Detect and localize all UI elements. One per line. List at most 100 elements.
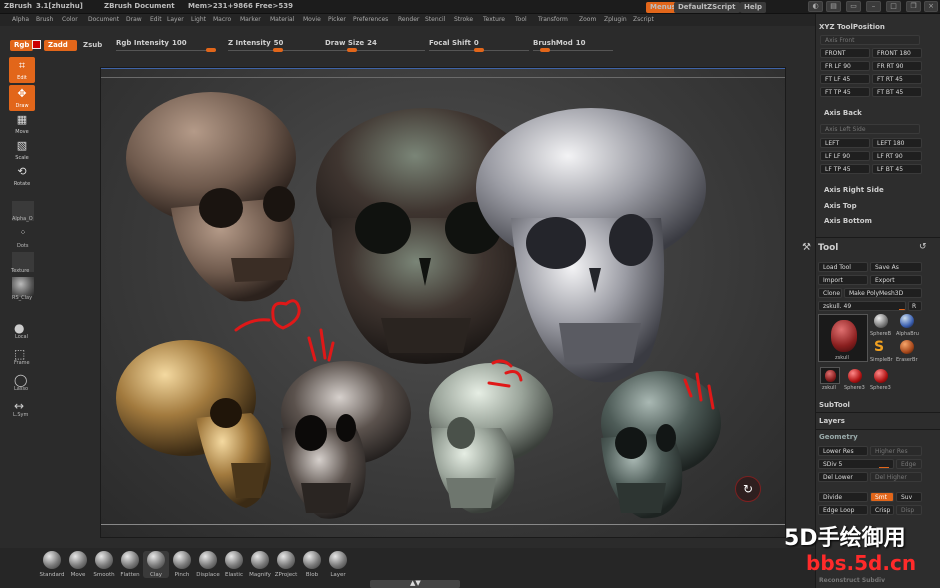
menu-light[interactable]: Light — [191, 16, 206, 23]
slider-track[interactable] — [116, 50, 216, 51]
menu-color[interactable]: Color — [62, 16, 78, 23]
axis-button-left[interactable]: LEFT — [820, 138, 870, 148]
brush-displace[interactable]: Displace — [195, 551, 221, 578]
simplebrush-icon[interactable]: S — [874, 339, 884, 355]
axis-button-front[interactable]: FRONT — [820, 48, 870, 58]
brush-blob[interactable]: Blob — [299, 551, 325, 578]
scale-button[interactable]: ▧ Scale — [9, 137, 35, 163]
smt-toggle[interactable]: Smt — [870, 492, 894, 502]
crisp-toggle[interactable]: Crisp — [870, 505, 894, 515]
menu-brush[interactable]: Brush — [36, 16, 53, 23]
brush-pinch[interactable]: Pinch — [169, 551, 195, 578]
brush-layer[interactable]: Layer — [325, 551, 351, 578]
hide-icon[interactable]: ▭ — [846, 1, 861, 12]
geometry-title[interactable]: Geometry — [819, 433, 858, 441]
minimize-icon[interactable]: – — [866, 1, 881, 12]
menu-macro[interactable]: Macro — [213, 16, 231, 23]
bottom-scroll[interactable]: ▲▼ — [370, 579, 460, 588]
lsym-icon[interactable]: ↔ — [14, 399, 24, 413]
menu-material[interactable]: Material — [270, 16, 294, 23]
higher-res-button[interactable]: Higher Res — [870, 446, 922, 456]
axis-left-side-header[interactable]: Axis Left Side — [820, 124, 920, 134]
axis-button-fr-rt-90[interactable]: FR RT 90 — [872, 61, 922, 71]
menu-marker[interactable]: Marker — [240, 16, 261, 23]
reconstruct-subdiv-button[interactable]: Reconstruct Subdiv — [819, 577, 885, 584]
zadd-toggle[interactable]: Zadd — [44, 40, 77, 51]
alphabrush-icon[interactable] — [900, 314, 914, 328]
slider-knob[interactable] — [273, 48, 283, 52]
refresh-icon[interactable]: ↺ — [919, 242, 927, 252]
default-zscript-button[interactable]: DefaultZScript — [674, 2, 740, 13]
disp-slider[interactable]: Disp — [896, 505, 922, 515]
export-button[interactable]: Export — [870, 275, 922, 285]
zskull-small-thumb[interactable] — [820, 367, 840, 384]
axis-back-title[interactable]: Axis Back — [824, 109, 862, 117]
menu-stencil[interactable]: Stencil — [425, 16, 445, 23]
local-icon[interactable]: ● — [14, 321, 24, 335]
tool-slider[interactable]: zskull. 49 — [818, 301, 906, 311]
axis-button-lf-tp-45[interactable]: LF TP 45 — [820, 164, 870, 174]
edge-button[interactable]: Edge — [896, 459, 922, 469]
lower-res-button[interactable]: Lower Res — [818, 446, 868, 456]
axis-button-ft-bt-45[interactable]: FT BT 45 — [872, 87, 922, 97]
axis-top-title[interactable]: Axis Top — [824, 202, 857, 210]
sphere3-icon-b[interactable] — [874, 369, 888, 383]
axis-front-header[interactable]: Axis Front — [820, 35, 920, 45]
collapse-icon[interactable]: ▲▼ — [410, 579, 421, 587]
menu-edit[interactable]: Edit — [150, 16, 162, 23]
import-button[interactable]: Import — [818, 275, 868, 285]
menu-draw[interactable]: Draw — [126, 16, 142, 23]
slider-knob[interactable] — [347, 48, 357, 52]
brush-flatten[interactable]: Flatten — [117, 551, 143, 578]
brush-smooth[interactable]: Smooth — [91, 551, 117, 578]
axis-button-fr-lf-90[interactable]: FR LF 90 — [820, 61, 870, 71]
layout-icon[interactable]: ▤ — [826, 1, 841, 12]
make-polymesh-button[interactable]: Make PolyMesh3D — [844, 288, 922, 298]
slider-z-intensity[interactable]: Z Intensity 50 — [228, 39, 328, 53]
brush-magnify[interactable]: Magnify — [247, 551, 273, 578]
sphereb-icon[interactable] — [874, 314, 888, 328]
slider-focal-shift[interactable]: Focal Shift 0 — [429, 39, 529, 53]
menu-texture[interactable]: Texture — [483, 16, 505, 23]
del-higher-button[interactable]: Del Higher — [870, 472, 922, 482]
del-lower-button[interactable]: Del Lower — [818, 472, 868, 482]
slider-track[interactable] — [325, 50, 425, 51]
axis-button-ft-rt-45[interactable]: FT RT 45 — [872, 74, 922, 84]
menu-stroke[interactable]: Stroke — [454, 16, 473, 23]
menu-movie[interactable]: Movie — [303, 16, 321, 23]
zsub-toggle[interactable]: Zsub — [79, 40, 106, 51]
material-thumb[interactable] — [12, 277, 34, 297]
move-button[interactable]: ▦ Move — [9, 111, 35, 137]
divide-button[interactable]: Divide — [818, 492, 868, 502]
menu-document[interactable]: Document — [88, 16, 119, 23]
axis-button-front-180[interactable]: FRONT 180 — [872, 48, 922, 58]
slider-rgb-intensity[interactable]: Rgb Intensity 100 — [116, 39, 216, 53]
rotate-view-icon[interactable]: ↻ — [735, 476, 761, 502]
axis-button-lf-bt-45[interactable]: LF BT 45 — [872, 164, 922, 174]
menu-render[interactable]: Render — [398, 16, 419, 23]
brush-elastic[interactable]: Elastic — [221, 551, 247, 578]
axis-button-ft-lf-45[interactable]: FT LF 45 — [820, 74, 870, 84]
slider-knob[interactable] — [474, 48, 484, 52]
maximize-icon[interactable]: □ — [886, 1, 901, 12]
axis-button-ft-tp-45[interactable]: FT TP 45 — [820, 87, 870, 97]
menu-transform[interactable]: Transform — [538, 16, 568, 23]
suv-toggle[interactable]: Suv — [896, 492, 922, 502]
menu-tool[interactable]: Tool — [515, 16, 527, 23]
frame-icon[interactable]: ⬚ — [14, 347, 25, 361]
palette-icon[interactable]: ◐ — [808, 1, 823, 12]
menu-zscript[interactable]: Zscript — [633, 16, 654, 23]
tool-title[interactable]: Tool — [818, 243, 838, 253]
sphere3-icon-a[interactable] — [848, 369, 862, 383]
menu-zplugin[interactable]: Zplugin — [604, 16, 627, 23]
axis-button-lf-rt-90[interactable]: LF RT 90 — [872, 151, 922, 161]
axis-button-left-180[interactable]: LEFT 180 — [872, 138, 922, 148]
subtool-title[interactable]: SubTool — [819, 401, 850, 409]
menu-alpha[interactable]: Alpha — [12, 16, 29, 23]
edge-loop-button[interactable]: Edge Loop — [818, 505, 868, 515]
document-canvas[interactable] — [100, 67, 786, 538]
sdiv-slider[interactable]: SDiv 5 — [818, 459, 894, 469]
brush-move[interactable]: Move — [65, 551, 91, 578]
rgb-toggle[interactable]: Rgb — [10, 40, 34, 51]
tool-slider-knob[interactable] — [899, 309, 905, 310]
